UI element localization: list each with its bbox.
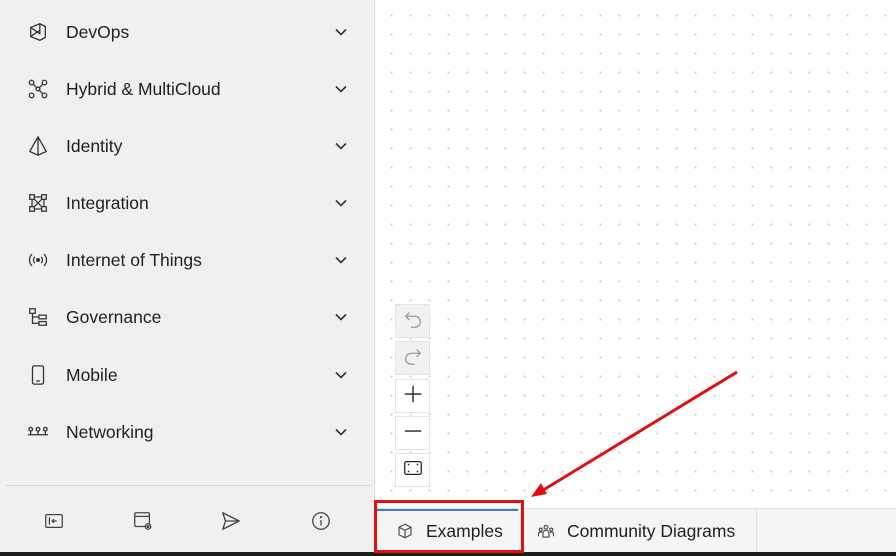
chevron-down-icon bbox=[334, 82, 348, 96]
tab-label: Community Diagrams bbox=[567, 520, 736, 541]
category-label: Mobile bbox=[66, 364, 118, 385]
category-label: Networking bbox=[66, 421, 154, 442]
tab-label: Examples bbox=[426, 520, 503, 541]
undo-icon bbox=[402, 308, 424, 335]
category-networking[interactable]: Networking bbox=[6, 412, 364, 452]
zoom-in-button[interactable] bbox=[395, 379, 430, 413]
identity-icon bbox=[26, 134, 50, 158]
info-icon[interactable] bbox=[308, 508, 334, 534]
category-internet-of-things[interactable]: Internet of Things bbox=[6, 240, 364, 280]
devops-icon bbox=[26, 20, 50, 44]
category-label: Hybrid & MultiCloud bbox=[66, 78, 221, 99]
zoom-in-icon bbox=[402, 383, 424, 410]
category-governance[interactable]: Governance bbox=[6, 297, 364, 337]
category-integration[interactable]: Integration bbox=[6, 183, 364, 223]
category-devops[interactable]: DevOps bbox=[6, 12, 364, 52]
governance-icon bbox=[26, 305, 50, 329]
zoom-out-icon bbox=[402, 420, 424, 447]
fit-view-icon bbox=[402, 457, 424, 484]
diagram-canvas[interactable] bbox=[376, 0, 896, 508]
sidebar-footer bbox=[6, 485, 370, 552]
fit-view-button[interactable] bbox=[395, 453, 430, 487]
sidebar: DevOps Hybrid & MultiCloud Identity Inte… bbox=[0, 0, 375, 552]
mobile-icon bbox=[26, 363, 50, 387]
chevron-down-icon bbox=[334, 253, 348, 267]
chevron-down-icon bbox=[334, 139, 348, 153]
category-identity[interactable]: Identity bbox=[6, 126, 364, 166]
category-label: DevOps bbox=[66, 21, 130, 42]
category-label: Governance bbox=[66, 306, 162, 327]
send-icon[interactable] bbox=[218, 508, 244, 534]
category-label: Internet of Things bbox=[66, 249, 202, 270]
iot-icon bbox=[26, 248, 50, 272]
tab-community-diagrams[interactable]: Community Diagrams bbox=[521, 509, 757, 553]
category-mobile[interactable]: Mobile bbox=[6, 355, 364, 395]
collapse-panel-icon[interactable] bbox=[41, 508, 67, 534]
chevron-down-icon bbox=[334, 310, 348, 324]
people-icon bbox=[537, 522, 555, 540]
category-label: Identity bbox=[66, 135, 123, 156]
cube-icon bbox=[396, 522, 414, 540]
tab-examples[interactable]: Examples bbox=[376, 509, 518, 553]
chevron-down-icon bbox=[334, 196, 348, 210]
bottom-tab-bar: Examples Community Diagrams bbox=[376, 508, 896, 553]
integration-icon bbox=[26, 191, 50, 215]
redo-icon bbox=[402, 345, 424, 372]
hybrid-multicloud-icon bbox=[26, 77, 50, 101]
chevron-down-icon bbox=[334, 368, 348, 382]
window-bottom-edge bbox=[0, 552, 896, 556]
active-tab-indicator bbox=[376, 509, 518, 511]
chevron-down-icon bbox=[334, 425, 348, 439]
zoom-out-button[interactable] bbox=[395, 416, 430, 450]
chevron-down-icon bbox=[334, 25, 348, 39]
category-hybrid-multicloud[interactable]: Hybrid & MultiCloud bbox=[6, 69, 364, 109]
redo-button[interactable] bbox=[395, 341, 430, 375]
undo-button[interactable] bbox=[395, 304, 430, 338]
networking-icon bbox=[26, 420, 50, 444]
category-label: Integration bbox=[66, 192, 149, 213]
settings-window-icon[interactable] bbox=[130, 508, 156, 534]
